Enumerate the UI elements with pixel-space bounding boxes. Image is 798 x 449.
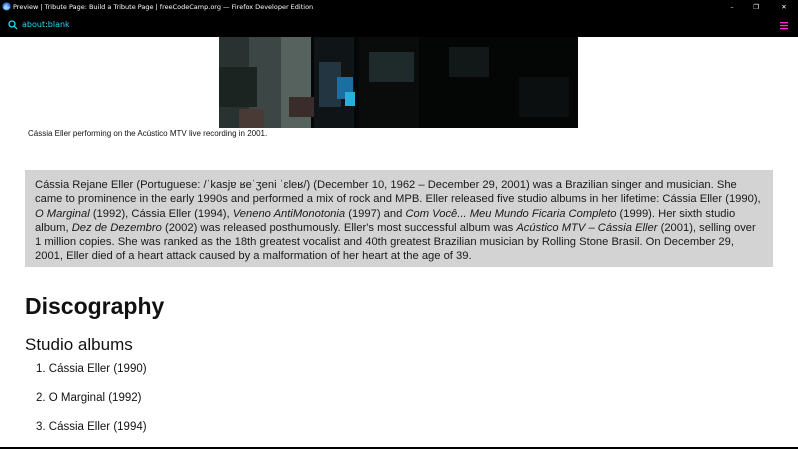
bio-album-title: Acústico MTV – Cássia Eller — [516, 221, 658, 234]
bio-text: (1997) and — [345, 207, 406, 220]
bio-text: (1992), Cássia Eller (1994), — [89, 207, 233, 220]
album-item: 1. Cássia Eller (1990) — [36, 363, 147, 375]
album-item: 3. Cássia Eller (1994) — [36, 421, 147, 433]
minimize-button[interactable]: – — [722, 0, 742, 14]
bio-album-title: Dez de Dezembro — [71, 221, 162, 234]
firefox-icon — [2, 2, 11, 11]
page-content: Cássia Eller performing on the Acústico … — [0, 37, 798, 447]
maximize-button[interactable]: ❐ — [746, 0, 766, 14]
window-title: Preview | Tribute Page: Build a Tribute … — [13, 3, 314, 11]
close-button[interactable]: ✕ — [774, 0, 794, 14]
bio-album-title: O Marginal — [35, 207, 90, 220]
biography-text: Cássia Rejane Eller (Portuguese: /ˈkasjɐ… — [25, 170, 773, 267]
album-item: 2. O Marginal (1992) — [36, 392, 142, 404]
address-bar[interactable]: about:blank — [0, 14, 798, 37]
search-icon — [8, 20, 18, 30]
bio-text: Cássia Rejane Eller (Portuguese: /ˈkasjɐ… — [35, 179, 761, 206]
studio-albums-heading: Studio albums — [25, 335, 133, 354]
cassia-eller-photo — [219, 37, 578, 128]
url-text[interactable]: about:blank — [22, 19, 70, 31]
bio-album-title: Com Você... Meu Mundo Ficaria Completo — [405, 207, 617, 220]
hamburger-menu-icon[interactable] — [780, 21, 788, 30]
image-caption: Cássia Eller performing on the Acústico … — [28, 129, 268, 138]
album-list: 1. Cássia Eller (1990) 2. O Marginal (19… — [36, 362, 147, 447]
discography-heading: Discography — [25, 293, 165, 319]
bio-text: (2002) was released posthumously. Eller'… — [161, 221, 517, 234]
bio-album-title: Veneno AntiMonotonia — [232, 207, 346, 220]
title-bar: Preview | Tribute Page: Build a Tribute … — [0, 0, 798, 14]
